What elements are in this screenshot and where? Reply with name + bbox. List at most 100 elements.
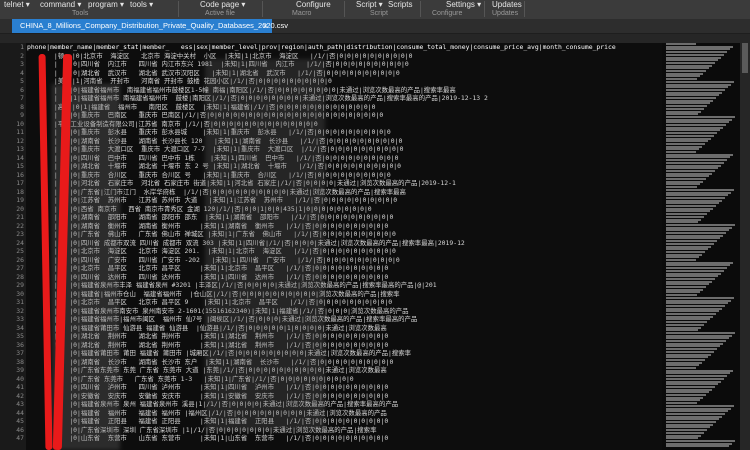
minimap-row — [666, 402, 697, 405]
program-menu[interactable]: program ▾ — [88, 0, 124, 9]
ribbon-group-macro: Macro — [292, 10, 312, 17]
minimap-row — [666, 221, 698, 224]
minimap-row — [666, 348, 717, 351]
minimap-row — [666, 180, 703, 183]
minimap-row — [666, 404, 734, 407]
telnet-menu[interactable]: telnet ▾ — [4, 0, 30, 9]
line-number: 5 — [20, 77, 24, 85]
minimap-row — [666, 126, 723, 129]
minimap-row — [666, 299, 731, 302]
line-number: 6 — [20, 85, 24, 94]
minimap-row — [666, 194, 728, 197]
updates-button[interactable]: Updates — [492, 0, 522, 9]
minimap-row — [666, 372, 730, 375]
ribbon-group-updates: Updates — [492, 10, 519, 17]
minimap-row — [666, 364, 699, 367]
minimap-row — [666, 294, 697, 297]
line-number: 39 — [16, 366, 24, 374]
line-number: 1 — [20, 43, 24, 51]
scrollbar-thumb[interactable] — [742, 43, 748, 73]
ribbon-group-tools: Tools — [72, 10, 89, 17]
minimap-row — [666, 118, 732, 121]
configure-button[interactable]: Configure — [296, 0, 331, 9]
minimap[interactable] — [662, 43, 740, 450]
minimap-row — [666, 431, 704, 434]
minimap-row — [666, 264, 730, 267]
minimap-row — [666, 253, 702, 256]
minimap-row — [666, 288, 703, 291]
line-number: 42 — [16, 391, 24, 400]
vertical-scrollbar[interactable] — [740, 43, 750, 450]
minimap-row — [666, 191, 731, 194]
minimap-row — [666, 426, 710, 429]
minimap-row — [666, 97, 716, 99]
minimap-row — [666, 99, 713, 102]
code-page-menu[interactable]: Code page ▾ — [200, 0, 245, 9]
ribbon-group-script: Script — [370, 10, 388, 17]
minimap-row — [666, 178, 706, 180]
tab-bar: CHINA_8_Millions_Company_Distribution_Pr… — [0, 19, 750, 33]
line-number: 9 — [20, 111, 24, 119]
line-number: 44 — [16, 408, 24, 417]
minimap-row — [666, 410, 728, 413]
minimap-row — [666, 256, 699, 259]
line-number-gutter: 1 2 3 4 5 6 7 8 9 10 11 12 13 14 15 16 17 18 19 20 21 22 23 24 2… — [0, 43, 26, 450]
line-number: 2 — [20, 51, 24, 60]
minimap-row — [666, 304, 725, 307]
minimap-row — [666, 234, 723, 237]
text-editor[interactable]: 1 2 3 4 5 6 7 8 9 10 11 12 13 14 15 16 17 18 19 20 21 22 23 24 2… — [0, 34, 750, 450]
minimap-row — [666, 367, 696, 369]
minimap-row — [666, 358, 705, 361]
minimap-row — [666, 418, 719, 421]
code-area[interactable]: phone|member_name|member_stat|member_ es… — [27, 43, 660, 450]
minimap-row — [666, 53, 724, 56]
minimap-row — [666, 196, 725, 199]
line-number: 45 — [16, 417, 24, 425]
minimap-row — [666, 326, 701, 329]
line-number: 18 — [16, 187, 24, 196]
ribbon-divider — [524, 1, 525, 17]
minimap-row — [666, 437, 698, 440]
command-menu[interactable]: command ▾ — [40, 0, 81, 9]
scripts-button[interactable]: Scripts — [388, 0, 412, 9]
minimap-row — [666, 167, 718, 170]
line-number: 13 — [16, 145, 24, 153]
minimap-row — [666, 188, 734, 191]
line-number: 17 — [16, 179, 24, 187]
line-number: 40 — [16, 374, 24, 383]
minimap-row — [666, 394, 706, 396]
minimap-row — [666, 445, 729, 448]
close-icon[interactable]: × — [263, 19, 268, 33]
settings-menu[interactable]: Settings ▾ — [446, 0, 481, 9]
minimap-row — [666, 323, 704, 326]
minimap-row — [666, 315, 713, 318]
minimap-row — [666, 159, 727, 162]
minimap-row — [666, 439, 735, 442]
minimap-row — [666, 340, 726, 342]
line-number: 24 — [16, 238, 24, 247]
minimap-row — [666, 105, 707, 108]
minimap-row — [666, 91, 722, 94]
minimap-row — [666, 107, 704, 110]
minimap-row — [666, 369, 733, 372]
minimap-row — [666, 94, 719, 97]
line-number: 36 — [16, 340, 24, 349]
minimap-row — [666, 291, 700, 294]
minimap-row — [666, 442, 732, 445]
minimap-row — [666, 286, 706, 288]
ribbon-divider — [484, 1, 485, 17]
minimap-row — [666, 183, 700, 186]
ribbon-divider — [262, 1, 263, 17]
minimap-row — [666, 75, 700, 78]
line-number: 19 — [16, 196, 24, 204]
minimap-row — [666, 237, 720, 240]
column-ruler — [0, 34, 750, 43]
line-number: 27 — [16, 264, 24, 272]
ribbon-divider — [178, 1, 179, 17]
tab-csv-file[interactable]: CHINA_8_Millions_Company_Distribution_Pr… — [12, 19, 288, 33]
ribbon-group-configure: Configure — [432, 10, 463, 17]
minimap-row — [666, 207, 713, 210]
line-number: 38 — [16, 357, 24, 366]
tools-menu[interactable]: tools ▾ — [130, 0, 153, 9]
script-menu[interactable]: Script ▾ — [356, 0, 383, 9]
